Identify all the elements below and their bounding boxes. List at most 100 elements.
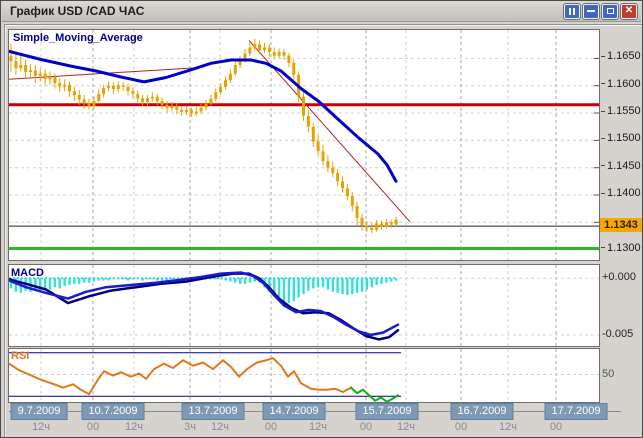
macd-histogram-bar (59, 278, 61, 288)
candle-body (146, 98, 149, 102)
macd-histogram-bar (332, 278, 334, 292)
candle-body (361, 218, 364, 226)
rsi-axis-label: 50 (602, 368, 614, 380)
price-tick-mark (601, 165, 605, 166)
macd-histogram-bar (132, 278, 134, 279)
candle-body (224, 80, 227, 87)
candle-body (268, 48, 271, 52)
minimize-button[interactable] (583, 4, 599, 19)
candle-body (356, 206, 359, 218)
price-tick-mark (601, 111, 605, 112)
time-axis-label: 00 (87, 421, 99, 433)
window-titlebar[interactable]: График USD /CAD ЧАС ✕ (2, 1, 641, 22)
candle-body (370, 228, 373, 230)
price-axis-label: 1.1550 (601, 105, 642, 117)
price-axis-label: 1.1450 (601, 160, 642, 172)
date-axis-button: 13.7.2009 (182, 403, 245, 420)
date-axis-button: 10.7.2009 (82, 403, 145, 420)
macd-histogram-bar (351, 278, 353, 294)
time-axis-label: 00 (550, 421, 562, 433)
macd-histogram-bar (141, 278, 143, 280)
macd-histogram-bar (322, 278, 324, 287)
candle-body (229, 74, 232, 81)
macd-histogram-bar (107, 278, 109, 280)
candle-body (29, 70, 32, 72)
candle-body (141, 98, 144, 102)
candle-body (127, 87, 130, 91)
price-tick-mark (601, 56, 605, 57)
candle-body (253, 44, 256, 47)
rsi-indicator-label: RSI (11, 350, 29, 362)
macd-histogram-bar (356, 278, 358, 293)
close-button[interactable]: ✕ (621, 4, 637, 19)
candle-body (302, 97, 305, 116)
macd-histogram-bar (122, 278, 124, 279)
candle-body (322, 151, 325, 161)
macd-histogram-bar (161, 278, 163, 280)
macd-histogram-bar (219, 278, 221, 279)
candle-body (287, 56, 290, 63)
candle-body (341, 181, 344, 188)
macd-indicator-label: MACD (11, 267, 44, 279)
time-axis-label: 00 (360, 421, 372, 433)
candle-body (151, 97, 154, 99)
macd-histogram-bar (380, 278, 382, 284)
macd-histogram-bar (297, 278, 299, 297)
macd-histogram-bar (146, 278, 148, 279)
price-chart-panel[interactable] (8, 29, 600, 261)
candle-body (180, 110, 183, 112)
candle-body (292, 63, 295, 75)
candle-body (185, 110, 188, 112)
macd-histogram-bar (302, 278, 304, 294)
macd-panel[interactable] (8, 264, 600, 347)
macd-histogram-bar (341, 278, 343, 294)
macd-histogram-bar (127, 278, 129, 280)
macd-histogram-bar (49, 278, 51, 289)
candle-body (10, 56, 13, 62)
candle-body (273, 52, 276, 56)
candle-body (326, 161, 329, 168)
candle-body (166, 105, 169, 108)
date-axis-button: 16.7.2009 (451, 403, 514, 420)
macd-histogram-bar (102, 278, 104, 280)
macd-histogram-bar (244, 278, 246, 284)
price-tick-mark (601, 138, 605, 139)
pin-button[interactable] (564, 4, 580, 19)
time-axis-label: 12ч (309, 421, 327, 433)
candle-body (317, 141, 320, 151)
rsi-panel[interactable] (8, 348, 600, 403)
candle-body (263, 48, 266, 51)
macd-histogram-bar (54, 278, 56, 287)
macd-histogram-bar (88, 278, 90, 283)
price-tick-mark (601, 193, 605, 194)
macd-histogram-bar (317, 278, 319, 287)
candle-body (49, 77, 52, 79)
macd-histogram-bar (385, 278, 387, 283)
macd-histogram-bar (249, 278, 251, 283)
sma-indicator-label: Simple_Moving_Average (13, 32, 143, 44)
candle-body (190, 110, 193, 114)
maximize-button[interactable] (602, 4, 618, 19)
candle-body (278, 52, 281, 56)
time-axis-label: 3ч (184, 421, 196, 433)
price-axis-label: 1.1650 (601, 50, 642, 62)
maximize-icon (607, 8, 614, 14)
time-axis-label: 00 (455, 421, 467, 433)
candle-body (58, 83, 61, 87)
price-tick-mark (601, 83, 605, 84)
candle-body (78, 95, 81, 99)
macd-histogram-bar (229, 278, 231, 281)
macd-axis-label: +0.000 (602, 271, 636, 283)
candle-body (346, 188, 349, 196)
candle-body (336, 173, 339, 181)
macd-histogram-bar (293, 278, 295, 301)
candle-body (195, 111, 198, 113)
candle-body (156, 97, 159, 101)
candle-body (307, 116, 310, 127)
macd-histogram-bar (73, 278, 75, 284)
current-price-label: 1.1343 (600, 218, 642, 232)
candle-body (24, 65, 27, 72)
time-axis-label: 12ч (125, 421, 143, 433)
sma-line (9, 51, 396, 181)
rsi-line (9, 358, 351, 394)
